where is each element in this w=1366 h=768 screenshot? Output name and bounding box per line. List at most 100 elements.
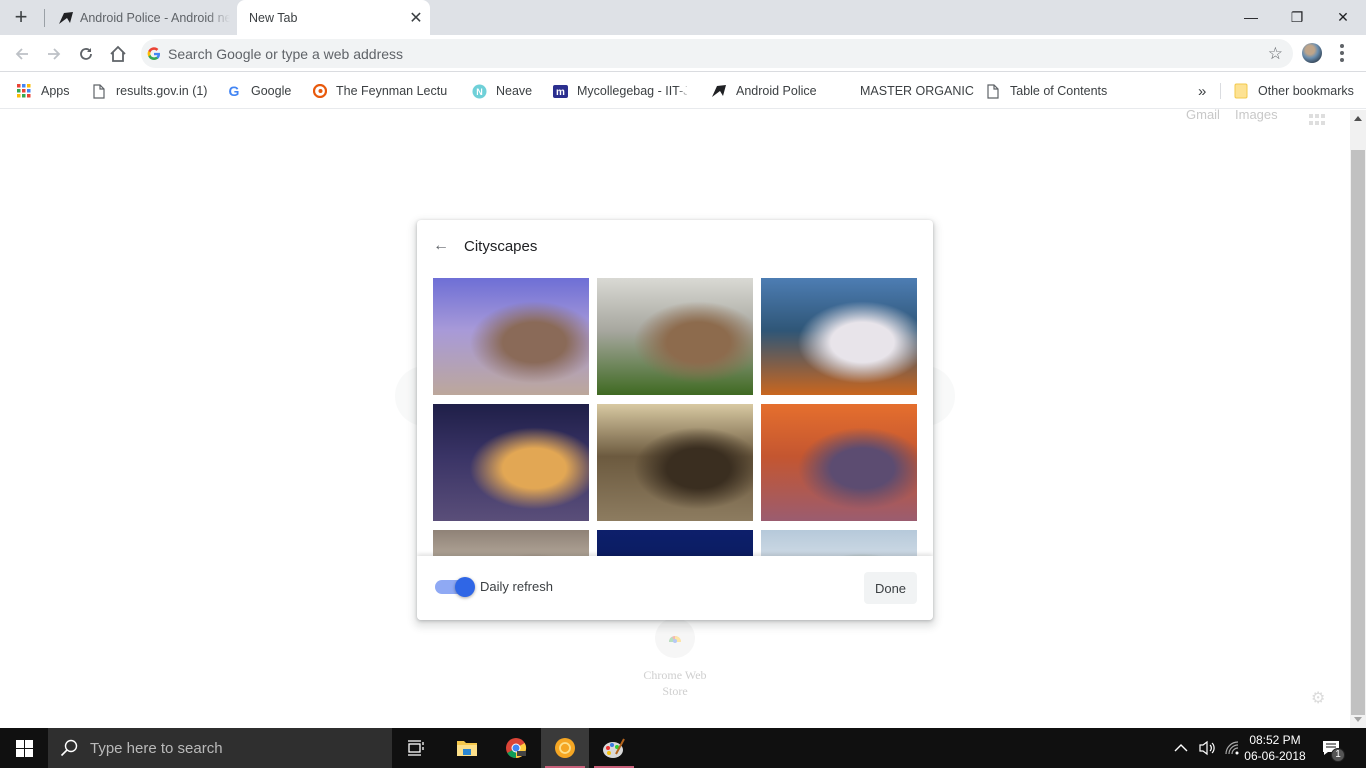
bookmark-results-gov[interactable]: results.gov.in (1) — [91, 73, 207, 109]
svg-text:N: N — [476, 87, 483, 97]
bookmark-label: Table of Contents — [1010, 84, 1108, 98]
background-tile-deep-blue-night[interactable] — [597, 530, 753, 556]
google-icon — [147, 46, 161, 60]
wifi-icon — [1225, 741, 1239, 755]
tab-android-police[interactable]: Android Police - Android news — [50, 0, 236, 35]
google-icon: G — [228, 83, 240, 99]
background-tile-salzburg-night[interactable] — [433, 404, 589, 521]
bookmark-android-police[interactable]: Android Police — [711, 73, 817, 109]
back-arrow-icon[interactable]: ← — [433, 237, 449, 255]
taskbar-search[interactable]: Type here to search — [48, 728, 392, 768]
background-tile-old-town-facade[interactable] — [433, 530, 589, 556]
customize-gear-icon[interactable]: ⚙ — [1311, 688, 1325, 708]
chrome-canary-button[interactable] — [541, 728, 589, 768]
bookmark-master-organic[interactable]: MASTER ORGANIC — [860, 73, 974, 109]
new-tab-button[interactable]: + — [8, 6, 34, 30]
close-tab-icon[interactable]: ✕ — [404, 8, 428, 28]
other-bookmarks-button[interactable]: Other bookmarks — [1233, 73, 1354, 109]
volume-icon — [1199, 740, 1215, 756]
task-view-button[interactable] — [392, 728, 440, 768]
bookmark-neave[interactable]: N Neave — [471, 73, 532, 109]
done-button[interactable]: Done — [864, 572, 917, 604]
bookmark-feynman[interactable]: The Feynman Lectures — [313, 73, 447, 109]
omnibox-input[interactable] — [168, 45, 1228, 62]
bookmark-label: Google — [251, 84, 292, 98]
windows-logo-icon — [15, 739, 33, 757]
chrome-beta-icon — [506, 738, 527, 759]
clock-time: 08:52 PM — [1249, 733, 1301, 747]
android-police-icon — [59, 11, 73, 24]
bookmark-table-of-contents[interactable]: Table of Contents — [985, 73, 1107, 109]
google-apps-icon[interactable] — [1309, 114, 1325, 126]
minimize-button[interactable]: — — [1228, 0, 1274, 35]
task-view-icon — [408, 740, 424, 756]
taskbar-search-placeholder: Type here to search — [90, 739, 223, 757]
taskbar-clock[interactable]: 08:52 PM 06-06-2018 — [1240, 732, 1310, 764]
background-tile-hill-cloudy-sky[interactable] — [761, 530, 917, 556]
bookmark-label: MASTER ORGANIC — [860, 84, 974, 98]
chrome-web-store-shortcut[interactable] — [655, 618, 695, 658]
background-tile-golden-gate-sunset[interactable] — [761, 404, 917, 521]
bookmark-mycollegebag[interactable]: m Mycollegebag - IIT-J — [553, 73, 687, 109]
toolbar: ☆ — [0, 35, 1366, 72]
background-tile-grid — [433, 278, 917, 556]
bookmark-label: Mycollegebag - IIT-J — [577, 84, 687, 98]
chrome-menu-icon[interactable] — [1340, 44, 1344, 62]
file-explorer-button[interactable] — [443, 728, 491, 768]
feynman-icon — [313, 83, 327, 99]
close-window-button[interactable]: ✕ — [1320, 0, 1366, 35]
chrome-canary-icon — [555, 738, 575, 758]
images-link[interactable]: Images — [1235, 107, 1278, 122]
chrome-beta-button[interactable] — [492, 728, 540, 768]
back-button[interactable] — [9, 41, 35, 67]
neave-icon: N — [471, 83, 487, 99]
start-button[interactable] — [0, 728, 48, 768]
bookmarks-bar: Apps results.gov.in (1) G Google The Fey… — [0, 73, 1366, 109]
paint-icon — [603, 738, 625, 758]
show-hidden-icons-button[interactable] — [1174, 728, 1188, 768]
network-button[interactable] — [1224, 728, 1240, 768]
home-button[interactable] — [105, 41, 131, 67]
page-icon — [91, 83, 107, 99]
tab-title: Android Police - Android news — [80, 10, 230, 25]
scroll-thumb[interactable] — [1351, 150, 1365, 715]
maximize-button[interactable]: ❐ — [1274, 0, 1320, 35]
bookmark-apps[interactable]: Apps — [16, 73, 70, 109]
bookmark-label: Other bookmarks — [1258, 84, 1354, 98]
scroll-down-arrow[interactable] — [1354, 717, 1362, 722]
profile-avatar[interactable] — [1302, 43, 1322, 63]
scroll-up-arrow[interactable] — [1354, 116, 1362, 121]
clock-date: 06-06-2018 — [1244, 749, 1306, 763]
bookmark-star-icon[interactable]: ☆ — [1268, 44, 1283, 64]
volume-button[interactable] — [1198, 728, 1216, 768]
chevron-up-icon — [1174, 744, 1188, 752]
background-tile-sepia-cobblestone-street[interactable] — [597, 404, 753, 521]
forward-button[interactable] — [41, 41, 67, 67]
dialog-title: Cityscapes — [464, 238, 538, 255]
bookmark-google[interactable]: G Google — [226, 73, 292, 109]
tab-new-tab[interactable]: New Tab ✕ — [237, 0, 430, 35]
background-tile-neuschwanstein-autumn[interactable] — [761, 278, 917, 395]
bookmarks-overflow-button[interactable]: » — [1198, 73, 1206, 109]
daily-refresh-toggle[interactable] — [435, 577, 475, 597]
bookmark-label: Android Police — [736, 84, 817, 98]
bookmark-label: The Feynman Lectures — [336, 84, 447, 98]
action-center-button[interactable]: 1 — [1322, 728, 1345, 768]
tab-title: New Tab — [249, 10, 298, 25]
dialog-footer: Daily refresh Done — [417, 556, 933, 620]
notification-count-badge: 1 — [1331, 748, 1345, 762]
mycollegebag-icon: m — [553, 83, 568, 99]
omnibox[interactable]: ☆ — [141, 39, 1293, 68]
windows-taskbar: Type here to search 08:52 PM 06-06-2018 … — [0, 728, 1366, 768]
background-tile-half-timbered-street-dusk[interactable] — [433, 278, 589, 395]
background-picker-dialog: ← Cityscapes Daily refresh Done — [417, 220, 933, 620]
paint-button[interactable] — [590, 728, 638, 768]
page-scrollbar[interactable] — [1350, 110, 1366, 728]
background-tile-castle-on-green-hill[interactable] — [597, 278, 753, 395]
reload-button[interactable] — [73, 41, 99, 67]
folder-icon — [1233, 83, 1249, 99]
page-icon — [985, 83, 1001, 99]
svg-text:m: m — [556, 87, 565, 98]
chrome-web-store-label: Chrome Web Store — [643, 668, 707, 698]
gmail-link[interactable]: Gmail — [1186, 107, 1220, 122]
